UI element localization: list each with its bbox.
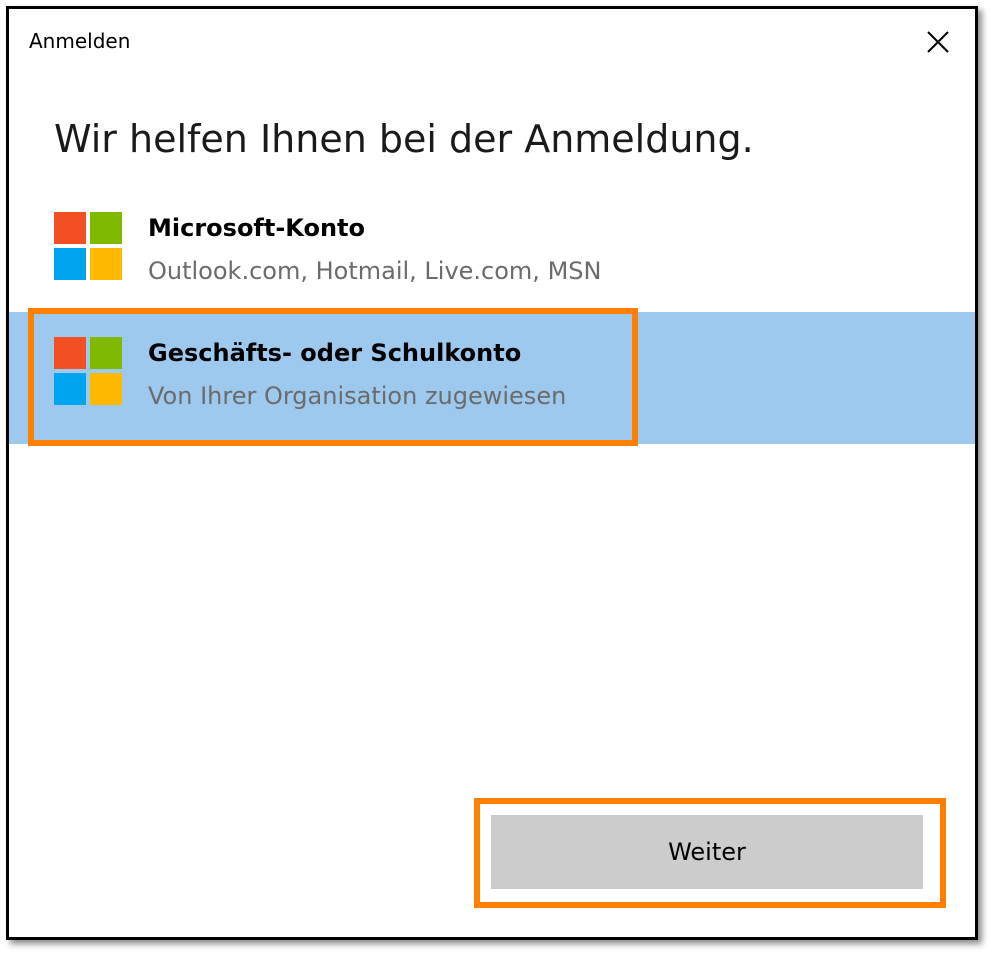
- close-icon: [927, 31, 949, 53]
- window-title: Anmelden: [29, 29, 131, 53]
- logo-square-blue: [54, 373, 86, 405]
- logo-square-blue: [54, 248, 86, 280]
- logo-square-red: [54, 337, 86, 369]
- page-heading: Wir helfen Ihnen bei der Anmeldung.: [54, 117, 754, 161]
- next-button[interactable]: Weiter: [491, 815, 923, 889]
- microsoft-logo-icon: [54, 212, 122, 280]
- logo-square-yellow: [90, 373, 122, 405]
- option-title: Microsoft-Konto: [148, 214, 366, 242]
- logo-square-green: [90, 212, 122, 244]
- close-button[interactable]: [921, 25, 955, 59]
- logo-square-green: [90, 337, 122, 369]
- sign-in-dialog: Anmelden Wir helfen Ihnen bei der Anmeld…: [6, 6, 978, 940]
- option-title: Geschäfts- oder Schulkonto: [148, 339, 522, 367]
- option-work-school-account[interactable]: Geschäfts- oder Schulkonto Von Ihrer Org…: [9, 312, 975, 444]
- logo-square-yellow: [90, 248, 122, 280]
- option-subtitle: Von Ihrer Organisation zugewiesen: [148, 382, 567, 410]
- microsoft-logo-icon: [54, 337, 122, 405]
- title-bar: Anmelden: [9, 9, 975, 75]
- option-subtitle: Outlook.com, Hotmail, Live.com, MSN: [148, 257, 602, 285]
- option-microsoft-account[interactable]: Microsoft-Konto Outlook.com, Hotmail, Li…: [9, 187, 975, 319]
- logo-square-red: [54, 212, 86, 244]
